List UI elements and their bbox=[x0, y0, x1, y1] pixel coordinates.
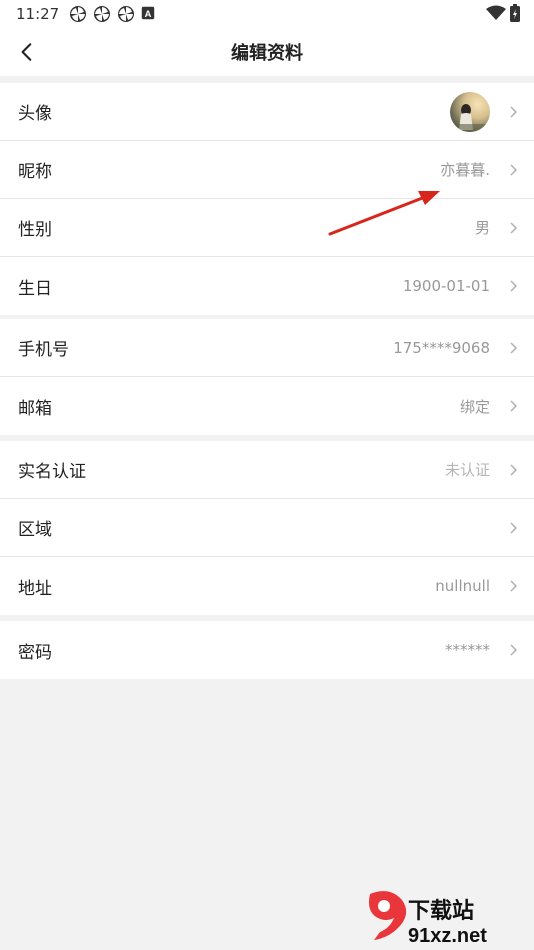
chevron-right-icon bbox=[510, 221, 518, 234]
row-birthday[interactable]: 生日 1900-01-01 bbox=[0, 257, 534, 315]
row-value: 亦暮暮. bbox=[440, 161, 490, 179]
row-label: 区域 bbox=[18, 520, 52, 540]
row-value: ****** bbox=[445, 641, 490, 659]
chevron-right-icon bbox=[510, 521, 518, 534]
back-button[interactable] bbox=[10, 36, 42, 68]
row-label: 地址 bbox=[18, 578, 52, 599]
chevron-right-icon bbox=[510, 280, 518, 292]
row-value: 175****9068 bbox=[393, 338, 490, 357]
chevron-right-icon bbox=[510, 105, 518, 118]
watermark-domain: 91xz.net bbox=[408, 925, 487, 947]
chevron-right-icon bbox=[510, 580, 518, 592]
avatar bbox=[450, 91, 490, 132]
row-label: 密码 bbox=[18, 642, 52, 663]
row-value: 未认证 bbox=[444, 461, 490, 479]
chevron-right-icon bbox=[510, 341, 518, 354]
wifi-icon bbox=[486, 5, 506, 25]
row-password[interactable]: 密码 ****** bbox=[0, 621, 534, 679]
back-arrow-icon bbox=[21, 43, 32, 61]
row-value: 1900-01-01 bbox=[402, 277, 490, 295]
svg-text:A: A bbox=[145, 9, 152, 19]
row-real-name-auth[interactable]: 实名认证 未认证 bbox=[0, 441, 534, 499]
pinwheel-icon bbox=[93, 5, 111, 23]
status-bar: 11:27 A bbox=[0, 0, 534, 28]
status-right-icons bbox=[486, 4, 520, 26]
a-box-icon: A bbox=[141, 5, 159, 23]
chevron-right-icon bbox=[510, 644, 518, 656]
security-section: 密码 ****** bbox=[0, 621, 534, 679]
chevron-right-icon bbox=[510, 163, 518, 176]
row-address[interactable]: 地址 nullnull bbox=[0, 557, 534, 615]
pinwheel-icon bbox=[117, 5, 135, 23]
row-label: 头像 bbox=[18, 104, 52, 124]
row-email[interactable]: 邮箱 绑定 bbox=[0, 377, 534, 435]
contact-section: 手机号 175****9068 邮箱 绑定 bbox=[0, 319, 534, 435]
row-label: 手机号 bbox=[18, 340, 69, 360]
row-label: 生日 bbox=[18, 278, 52, 299]
row-region[interactable]: 区域 bbox=[0, 499, 534, 557]
app-header: 编辑资料 bbox=[0, 28, 534, 76]
status-time: 11:27 bbox=[16, 5, 60, 23]
chevron-right-icon bbox=[510, 400, 518, 412]
watermark-text: 下载站 bbox=[408, 898, 474, 924]
row-avatar[interactable]: 头像 bbox=[0, 83, 534, 141]
row-value: 男 bbox=[474, 219, 490, 237]
row-label: 性别 bbox=[18, 220, 52, 240]
row-label: 昵称 bbox=[18, 162, 52, 182]
profile-basic-section: 头像 昵称 亦暮暮. 性别 男 生日 1900-01-01 bbox=[0, 83, 534, 315]
battery-icon bbox=[510, 4, 520, 26]
row-phone[interactable]: 手机号 175****9068 bbox=[0, 319, 534, 377]
row-value: 绑定 bbox=[459, 397, 490, 416]
row-nickname[interactable]: 昵称 亦暮暮. bbox=[0, 141, 534, 199]
identity-section: 实名认证 未认证 区域 地址 nullnull bbox=[0, 441, 534, 615]
row-value: nullnull bbox=[435, 577, 490, 595]
watermark-logo: 下载站 91xz.net bbox=[360, 888, 530, 948]
pinwheel-icon bbox=[69, 5, 87, 23]
row-gender[interactable]: 性别 男 bbox=[0, 199, 534, 257]
row-label: 实名认证 bbox=[18, 462, 86, 482]
page-title: 编辑资料 bbox=[231, 43, 303, 64]
chevron-right-icon bbox=[510, 463, 518, 476]
row-label: 邮箱 bbox=[18, 398, 52, 419]
